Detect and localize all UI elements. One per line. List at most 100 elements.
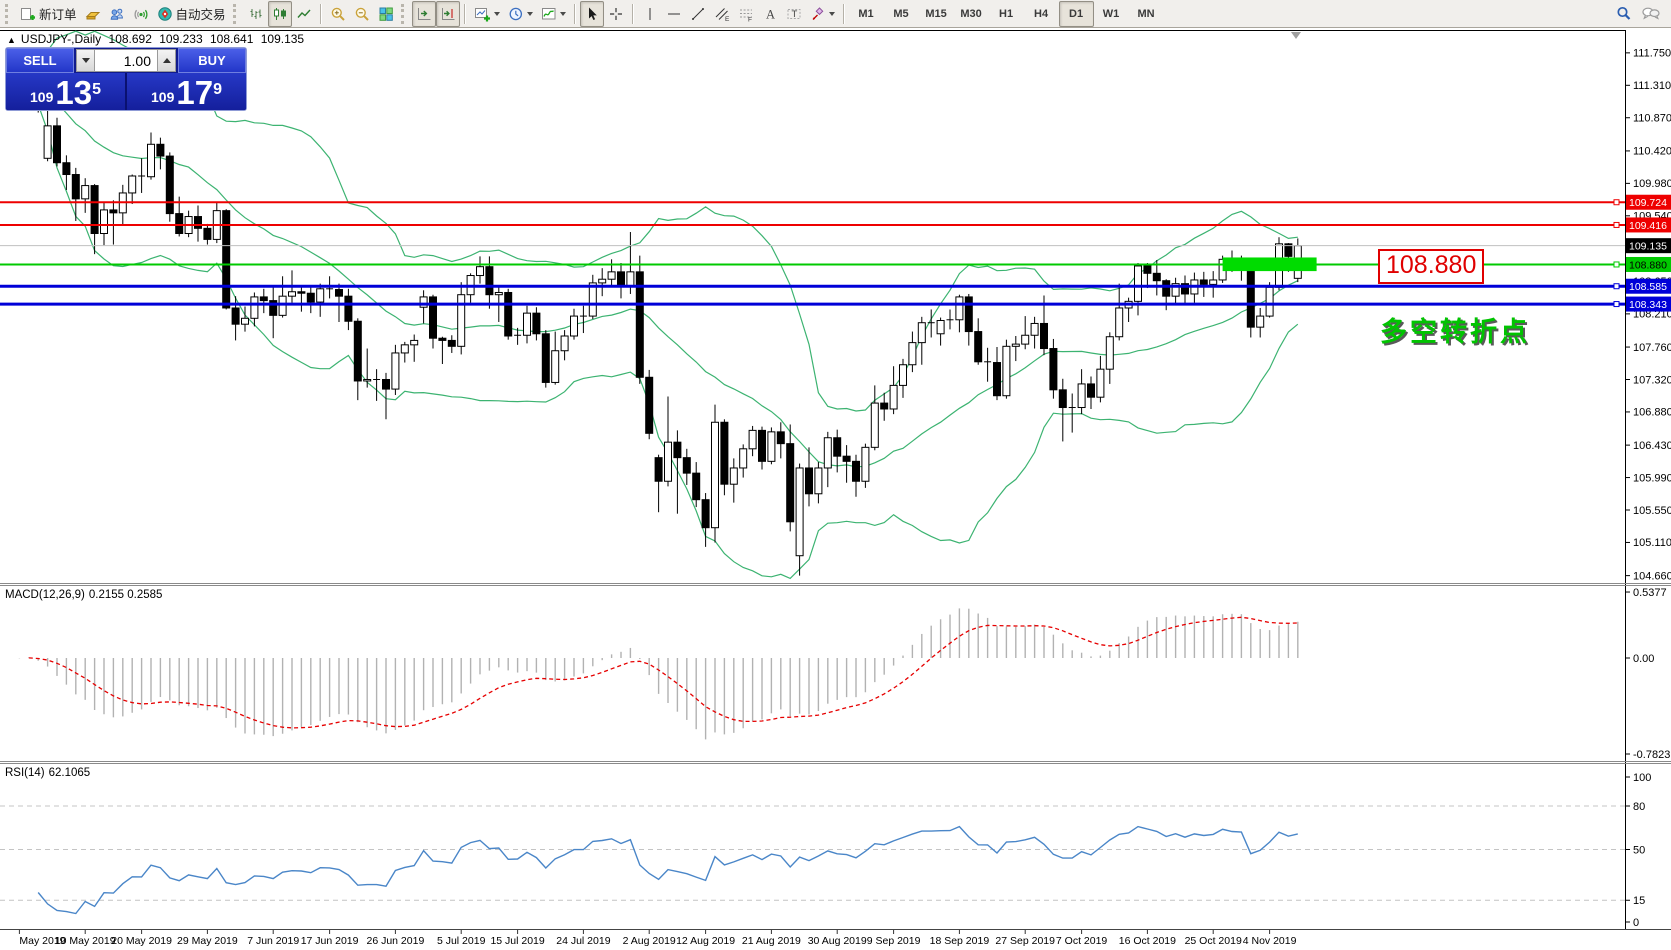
candle-bullish: [561, 336, 568, 351]
candle-bearish: [354, 321, 361, 381]
date-axis-tick: 16 Oct 2019: [1119, 935, 1176, 947]
candle-bearish: [759, 430, 766, 461]
date-axis-tick: 9 Sep 2019: [867, 935, 921, 947]
highlight-zone[interactable]: [1223, 257, 1317, 271]
date-axis-tick: 30 Aug 2019: [808, 935, 867, 947]
sell-price-display[interactable]: 109135: [6, 73, 125, 110]
rsi-axis-tick: 80: [1633, 801, 1645, 813]
candle-bearish: [834, 438, 841, 456]
candle-bullish: [552, 351, 559, 383]
candle-bullish: [44, 126, 51, 158]
candle-bearish: [439, 338, 446, 340]
candle-bullish: [1210, 280, 1217, 284]
one-click-trading-panel: SELL 1.00 BUY 109135 109179: [5, 47, 247, 111]
candle-bearish: [195, 217, 202, 229]
rsi-axis-tick: 0: [1633, 917, 1639, 929]
candle-bearish: [994, 363, 1001, 396]
price-axis-tick: 110.870: [1633, 113, 1671, 125]
candle-bullish: [909, 343, 916, 365]
candle-bearish: [505, 292, 512, 336]
candle-bearish: [1059, 390, 1066, 408]
candle-bullish: [589, 283, 596, 316]
candle-bearish: [853, 461, 860, 481]
candle-bearish: [787, 444, 794, 522]
chart-shift-marker-icon[interactable]: [1291, 32, 1301, 44]
quote-line: ▲USDJPY-,Daily 108.692 109.233 108.641 1…: [7, 32, 308, 46]
volume-increase-button[interactable]: [157, 49, 176, 72]
candle-bullish: [251, 297, 258, 318]
candle-bearish: [232, 308, 239, 324]
candle-bearish: [721, 422, 728, 484]
candle-bullish: [458, 295, 465, 347]
date-axis-tick: 20 May 2019: [111, 935, 172, 947]
date-axis-tick: 29 May 2019: [177, 935, 238, 947]
volume-input[interactable]: 1.00: [95, 49, 157, 72]
macd-axis-tick: 0.5377: [1633, 587, 1667, 599]
sell-button[interactable]: SELL: [6, 48, 74, 73]
terminal-window: 新订单 自动交易: [0, 0, 1671, 950]
date-axis-tick: 27 Sep 2019: [995, 935, 1055, 947]
candle-bearish: [965, 297, 972, 332]
sell-price-prefix: 109: [30, 86, 53, 108]
date-axis-tick: 15 Jul 2019: [490, 935, 544, 947]
candle-bearish: [683, 458, 690, 473]
candle-bearish: [166, 156, 173, 214]
volume-stepper: 1.00: [74, 48, 178, 73]
sell-price-main: 13: [55, 78, 92, 108]
price-axis-tick: 109.980: [1633, 178, 1671, 190]
rsi-axis-tick: 50: [1633, 844, 1645, 856]
candle-bearish: [1163, 281, 1170, 296]
candle-bullish: [420, 297, 427, 307]
date-axis-tick: 10 May 2019: [55, 935, 116, 947]
candle-bearish: [618, 272, 625, 287]
candle-bearish: [655, 458, 662, 482]
price-tag-label: 108.880: [1629, 259, 1667, 271]
candle-bullish: [918, 323, 925, 343]
candle-bullish: [495, 292, 502, 294]
price-axis-tick: 107.760: [1633, 342, 1671, 354]
line-handle: [1614, 262, 1619, 267]
volume-decrease-button[interactable]: [76, 49, 95, 72]
candle-bullish: [401, 345, 408, 353]
candle-bearish: [157, 144, 164, 156]
price-axis-tick: 111.750: [1633, 48, 1671, 60]
candle-bearish: [72, 175, 79, 199]
macd-axis-tick: 0.00: [1633, 653, 1654, 665]
candle-bearish: [486, 267, 493, 295]
chart-canvas[interactable]: 111.750111.310110.870110.420109.980109.5…: [0, 0, 1671, 950]
buy-price-display[interactable]: 109179: [127, 73, 246, 110]
line-handle: [1614, 284, 1619, 289]
buy-button[interactable]: BUY: [178, 48, 246, 73]
line-handle: [1614, 200, 1619, 205]
candle-bearish: [298, 292, 305, 293]
buy-price-pip: 9: [213, 73, 222, 107]
candle-bearish: [336, 290, 343, 297]
candle-bullish: [1257, 316, 1264, 327]
price-axis-tick: 106.880: [1633, 407, 1671, 419]
date-axis-tick: 17 Jun 2019: [301, 935, 359, 947]
date-axis-tick: 7 Oct 2019: [1056, 935, 1108, 947]
candle-bearish: [806, 468, 813, 494]
candle-bullish: [1266, 287, 1273, 316]
collapse-panel-icon[interactable]: ▲: [7, 35, 16, 45]
date-axis-tick: 21 Aug 2019: [742, 935, 801, 947]
candle-bearish: [63, 163, 70, 175]
rsi-axis-tick: 15: [1633, 895, 1645, 907]
candle-bearish: [881, 403, 888, 409]
price-axis-tick: 105.550: [1633, 505, 1671, 517]
candle-bullish: [890, 385, 897, 409]
candle-bullish: [824, 438, 831, 468]
candle-bullish: [571, 316, 578, 336]
turning-point-annotation[interactable]: 多空转折点: [1380, 310, 1530, 349]
quote-open: 108.692: [109, 32, 152, 46]
date-axis-tick: 12 Aug 2019: [676, 935, 735, 947]
sell-price-pip: 5: [92, 73, 101, 107]
candle-bearish: [674, 442, 681, 457]
candle-bearish: [843, 456, 850, 461]
candle-bullish: [148, 144, 155, 176]
candle-bearish: [1144, 266, 1151, 273]
candle-bullish: [289, 292, 296, 296]
line-handle: [1614, 302, 1619, 307]
price-zone-annotation[interactable]: 108.880: [1378, 249, 1484, 284]
candle-bearish: [54, 126, 61, 163]
